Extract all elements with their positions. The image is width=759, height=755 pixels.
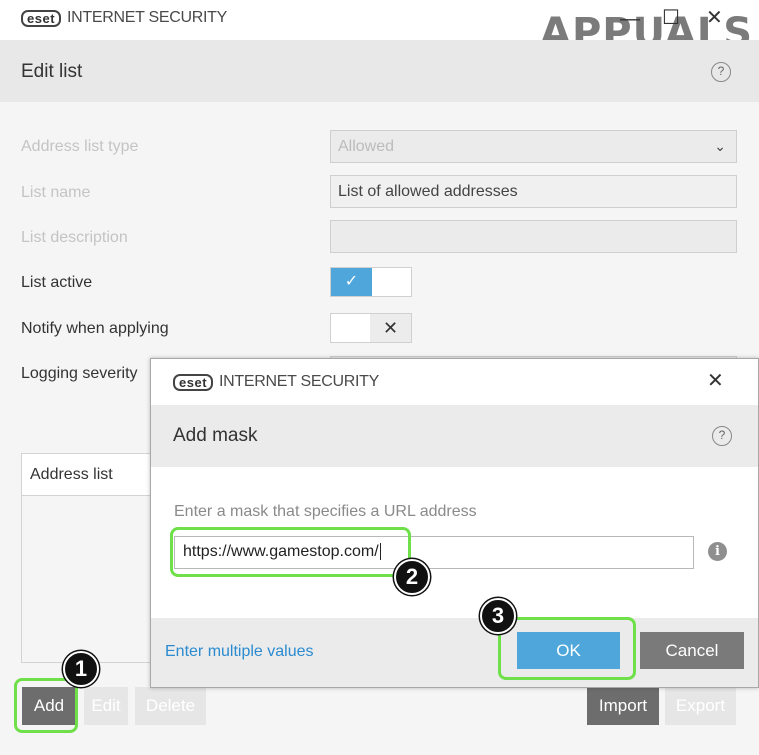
list-name-label: List name	[21, 184, 91, 201]
step-2-badge: 2	[394, 559, 430, 595]
dialog-product-name: INTERNET SECURITY	[219, 373, 379, 390]
page-title: Edit list	[21, 61, 83, 82]
list-description-input[interactable]	[330, 220, 737, 253]
highlight-url-input	[170, 527, 411, 577]
address-list-type-value: Allowed	[338, 138, 395, 155]
notify-label: Notify when applying	[21, 320, 169, 337]
address-list-type-label: Address list type	[21, 138, 139, 155]
address-list-type-select[interactable]: Allowed ⌄	[330, 130, 737, 163]
export-button[interactable]: Export	[665, 687, 736, 725]
dialog-eset-logo: eset INTERNET SECURITY	[173, 373, 379, 391]
import-button[interactable]: Import	[587, 687, 659, 725]
eset-badge: eset	[21, 9, 62, 27]
page-header	[0, 40, 759, 102]
enter-multiple-values-link[interactable]: Enter multiple values	[165, 643, 314, 661]
dialog-title: Add mask	[173, 425, 258, 446]
address-list-header: Address list	[22, 454, 160, 496]
help-icon[interactable]: ?	[711, 62, 731, 82]
checkmark-icon: ✓	[331, 268, 372, 296]
step-1-badge: 1	[63, 651, 99, 687]
step-3-badge: 3	[480, 598, 516, 634]
maximize-icon[interactable]: ☐	[662, 8, 680, 28]
notify-toggle[interactable]: ✕	[330, 313, 412, 343]
product-name: INTERNET SECURITY	[67, 9, 227, 26]
mask-instruction: Enter a mask that specifies a URL addres…	[174, 503, 477, 520]
dialog-eset-badge: eset	[173, 373, 214, 391]
x-icon: ✕	[370, 314, 411, 342]
list-active-toggle[interactable]: ✓	[330, 267, 412, 297]
list-name-input[interactable]: List of allowed addresses	[330, 175, 737, 208]
cancel-button[interactable]: Cancel	[640, 632, 744, 669]
info-icon[interactable]: i	[708, 542, 727, 561]
minimize-icon[interactable]: —	[620, 9, 640, 29]
logging-severity-label: Logging severity	[21, 365, 138, 382]
edit-button[interactable]: Edit	[84, 687, 128, 725]
close-icon[interactable]: ✕	[706, 8, 723, 28]
dialog-help-icon[interactable]: ?	[712, 426, 732, 446]
address-list-table: Address list	[21, 453, 161, 663]
add-mask-dialog: eset INTERNET SECURITY ✕ Add mask ? Ente…	[150, 358, 759, 688]
dialog-close-icon[interactable]: ✕	[707, 371, 724, 391]
highlight-add-button	[14, 678, 78, 733]
list-active-label: List active	[21, 274, 93, 291]
eset-logo: eset INTERNET SECURITY	[21, 9, 227, 27]
chevron-down-icon: ⌄	[714, 138, 726, 154]
delete-button[interactable]: Delete	[135, 687, 206, 725]
list-description-label: List description	[21, 229, 128, 246]
highlight-ok-button	[498, 617, 636, 680]
